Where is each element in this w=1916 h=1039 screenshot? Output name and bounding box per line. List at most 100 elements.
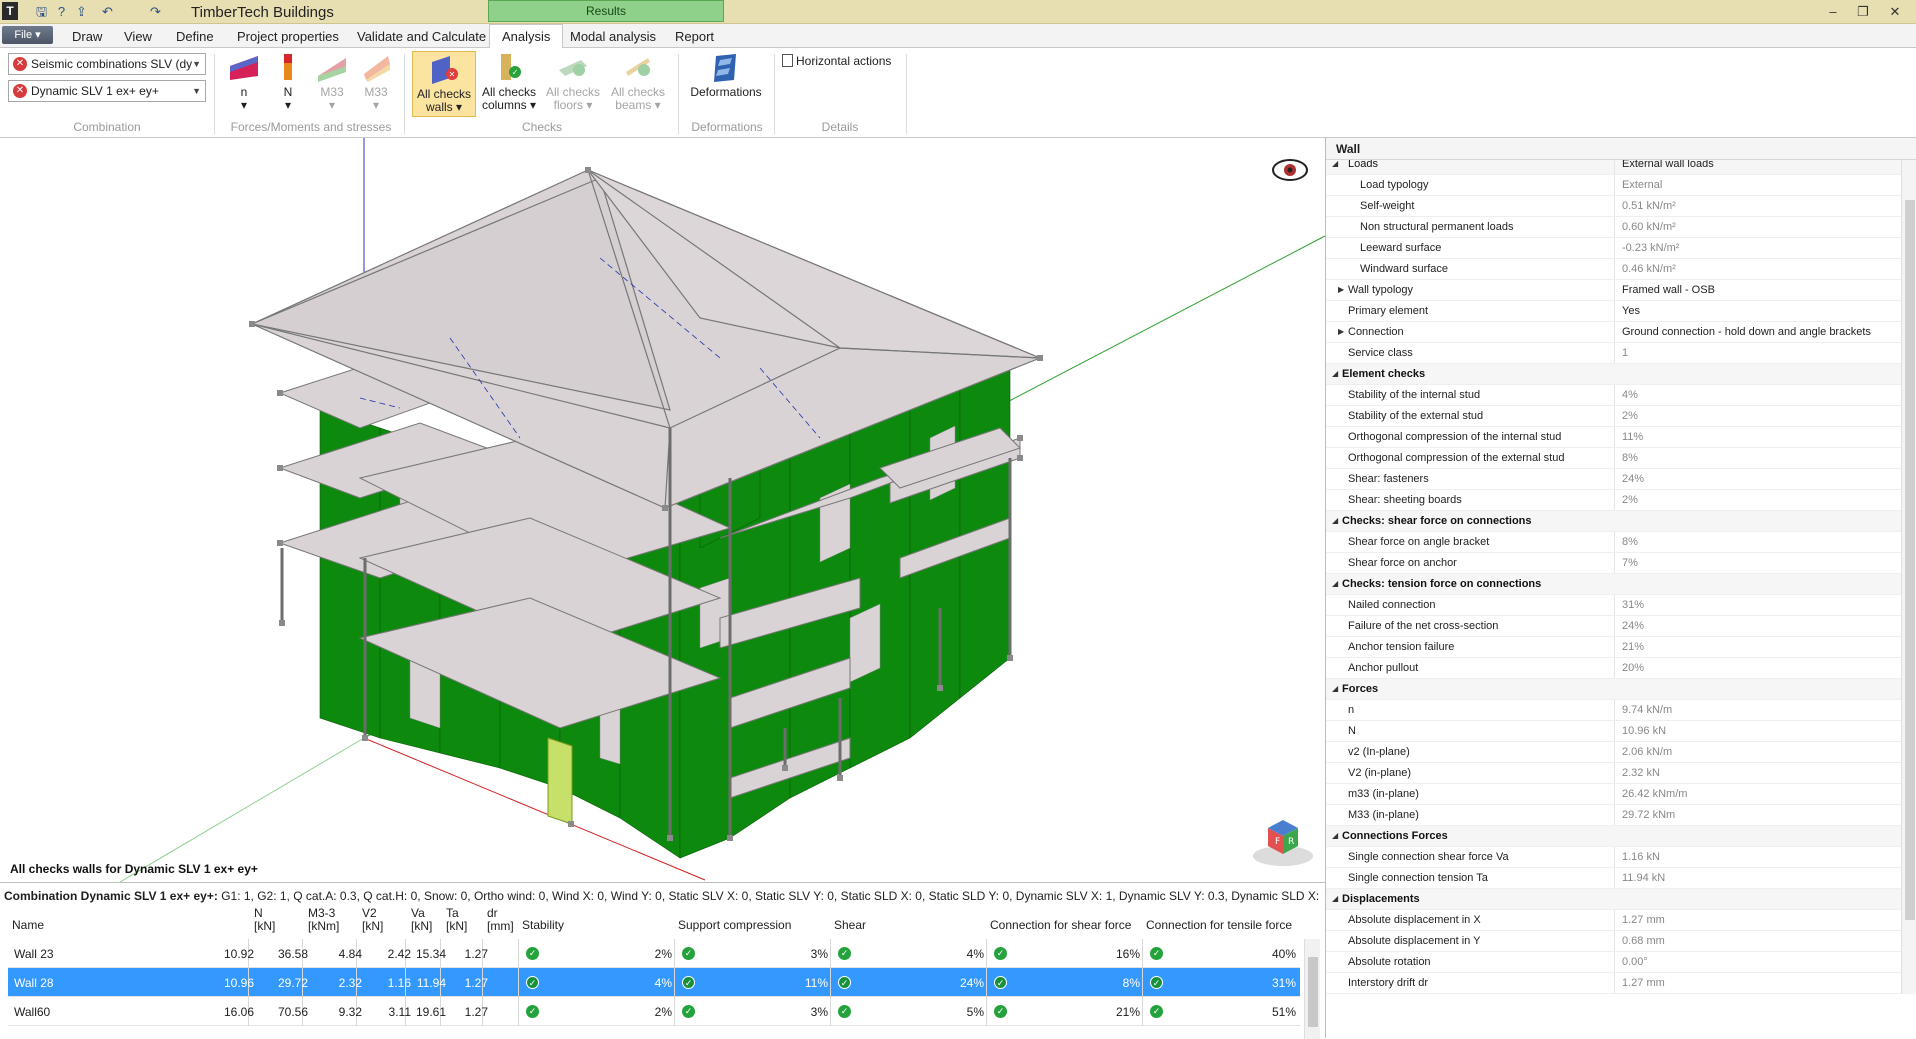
property-row[interactable]: Single connection tension Ta 11.94 kN — [1326, 868, 1901, 889]
property-value[interactable]: 8% — [1622, 532, 1638, 552]
property-value[interactable]: 11.94 kN — [1622, 868, 1665, 888]
property-value[interactable]: 2.32 kN — [1622, 763, 1660, 783]
help-icon[interactable]: ? — [53, 3, 70, 20]
col-connection-shear[interactable]: Connection for shear force — [990, 919, 1131, 932]
export-icon[interactable]: ⇪ — [73, 3, 90, 20]
property-grid[interactable]: ◢ Loads External wall loads Load typology Ex… — [1326, 160, 1901, 1016]
property-value[interactable]: 0.68 mm — [1622, 931, 1665, 951]
tab-modal-analysis[interactable]: Modal analysis — [570, 29, 656, 44]
property-value[interactable]: 0.46 kN/m² — [1622, 259, 1676, 279]
collapse-icon[interactable]: ◢ — [1332, 364, 1338, 384]
property-row[interactable]: Self-weight 0.51 kN/m² — [1326, 196, 1901, 217]
collapse-icon[interactable]: ◢ — [1332, 889, 1338, 909]
property-value[interactable]: 2% — [1622, 406, 1638, 426]
tab-draw[interactable]: Draw — [72, 29, 102, 44]
scrollbar-thumb[interactable] — [1905, 200, 1915, 920]
col-m33[interactable]: M3-3 [kNm] — [308, 907, 339, 933]
property-row[interactable]: ▶ Connection Ground connection - hold down… — [1326, 322, 1901, 343]
property-row[interactable]: Service class 1 — [1326, 343, 1901, 364]
tab-report[interactable]: Report — [675, 29, 714, 44]
property-value[interactable]: 1.16 kN — [1622, 847, 1660, 867]
property-value[interactable]: Yes — [1622, 301, 1640, 321]
restore-button[interactable]: ❐ — [1848, 2, 1878, 22]
property-row[interactable]: Orthogonal compression of the external s… — [1326, 448, 1901, 469]
property-row[interactable]: Primary element Yes — [1326, 301, 1901, 322]
property-row[interactable]: Load typology External — [1326, 175, 1901, 196]
moment-M33-button[interactable]: M33 ▾ — [358, 52, 394, 112]
view-cube-icon[interactable]: F R — [1253, 820, 1313, 866]
undo-icon[interactable]: ↶ — [99, 3, 116, 20]
property-value[interactable]: 4% — [1622, 385, 1638, 405]
scrollbar-thumb[interactable] — [1308, 957, 1318, 1027]
file-menu-button[interactable]: File ▾ — [2, 26, 53, 44]
collapse-icon[interactable]: ◢ — [1332, 511, 1338, 531]
property-value[interactable]: 7% — [1622, 553, 1638, 573]
property-section[interactable]: ◢ Checks: tension force on connections — [1326, 574, 1901, 595]
collapse-icon[interactable]: ◢ — [1332, 574, 1338, 594]
property-row[interactable]: Shear force on anchor 7% — [1326, 553, 1901, 574]
collapse-icon[interactable]: ◢ — [1332, 160, 1338, 174]
property-row[interactable]: Orthogonal compression of the internal s… — [1326, 427, 1901, 448]
property-value[interactable]: 0.00° — [1622, 952, 1648, 972]
property-value[interactable]: 8% — [1622, 448, 1638, 468]
collapse-icon[interactable]: ◢ — [1332, 679, 1338, 699]
col-dr[interactable]: dr [mm] — [487, 907, 514, 933]
property-value[interactable]: 0.60 kN/m² — [1622, 217, 1676, 237]
property-row[interactable]: Stability of the external stud 2% — [1326, 406, 1901, 427]
property-row[interactable]: Failure of the net cross-section 24% — [1326, 616, 1901, 637]
redo-icon[interactable]: ↷ — [147, 3, 164, 20]
property-row[interactable]: ▶ Wall typology Framed wall - OSB — [1326, 280, 1901, 301]
property-value[interactable]: 21% — [1622, 637, 1644, 657]
tab-analysis[interactable]: Analysis — [489, 24, 564, 49]
col-support-compression[interactable]: Support compression — [678, 919, 791, 932]
property-row[interactable]: v2 (In-plane) 2.06 kN/m — [1326, 742, 1901, 763]
property-value[interactable]: Ground connection - hold down and angle … — [1622, 322, 1871, 342]
property-section[interactable]: ◢ Checks: shear force on connections — [1326, 511, 1901, 532]
tab-define[interactable]: Define — [176, 29, 214, 44]
property-section[interactable]: ◢ Displacements — [1326, 889, 1901, 910]
property-row[interactable]: Absolute rotation 0.00° — [1326, 952, 1901, 973]
property-value[interactable]: -0.23 kN/m² — [1622, 238, 1679, 258]
property-row[interactable]: Interstory drift dr 1.27 mm — [1326, 973, 1901, 994]
horizontal-actions-button[interactable]: Horizontal actions — [782, 54, 891, 68]
property-row[interactable]: Shear: fasteners 24% — [1326, 469, 1901, 490]
property-section[interactable]: ◢ Connections Forces — [1326, 826, 1901, 847]
property-value[interactable]: 2.06 kN/m — [1622, 742, 1672, 762]
property-row[interactable]: Absolute displacement in X 1.27 mm — [1326, 910, 1901, 931]
property-value[interactable]: 20% — [1622, 658, 1644, 678]
property-section[interactable]: ◢ Element checks — [1326, 364, 1901, 385]
minimize-button[interactable]: – — [1818, 2, 1848, 22]
property-row[interactable]: Leeward surface -0.23 kN/m² — [1326, 238, 1901, 259]
table-row[interactable]: Wall60 16.06 70.56 9.32 3.11 19.61 1.27 ✓ 2% ✓ 3% ✓… — [8, 997, 1300, 1026]
property-value[interactable]: 26.42 kNm/m — [1622, 784, 1687, 804]
property-row[interactable]: Anchor pullout 20% — [1326, 658, 1901, 679]
property-row[interactable]: n 9.74 kN/m — [1326, 700, 1901, 721]
combination-type-select[interactable]: ✕ Seismic combinations SLV (dy ▼ — [8, 53, 206, 75]
deformations-button[interactable]: Deformations — [686, 52, 766, 99]
col-n[interactable]: N [kN] — [254, 907, 275, 933]
property-value[interactable]: 1 — [1622, 343, 1628, 363]
all-checks-columns-button[interactable]: ✓ All checks columns ▾ — [480, 52, 538, 112]
property-value[interactable]: 31% — [1622, 595, 1644, 615]
tab-validate-calculate[interactable]: Validate and Calculate — [357, 29, 486, 44]
property-row[interactable]: Absolute displacement in Y 0.68 mm — [1326, 931, 1901, 952]
expand-icon[interactable]: ▶ — [1338, 322, 1344, 342]
col-name[interactable]: Name — [12, 919, 44, 932]
property-value[interactable]: 10.96 kN — [1622, 721, 1666, 741]
property-row[interactable]: Nailed connection 31% — [1326, 595, 1901, 616]
property-value[interactable]: Framed wall - OSB — [1622, 280, 1715, 300]
expand-icon[interactable]: ▶ — [1338, 280, 1344, 300]
app-icon[interactable]: T — [2, 2, 18, 20]
property-section[interactable]: ◢ Forces — [1326, 679, 1901, 700]
property-row[interactable]: Shear force on angle bracket 8% — [1326, 532, 1901, 553]
property-value[interactable]: 1.27 mm — [1622, 910, 1665, 930]
visibility-eye-icon[interactable] — [1272, 159, 1308, 181]
building-3d-model[interactable]: F R — [0, 138, 1325, 882]
property-value[interactable]: 29.72 kNm — [1622, 805, 1675, 825]
property-value[interactable]: 11% — [1622, 427, 1643, 447]
property-section[interactable]: ◢ Loads External wall loads — [1326, 160, 1901, 175]
property-value[interactable]: 1.27 mm — [1622, 973, 1665, 993]
property-value[interactable]: External — [1622, 175, 1662, 195]
property-row[interactable]: Non structural permanent loads 0.60 kN/m² — [1326, 217, 1901, 238]
tab-view[interactable]: View — [124, 29, 152, 44]
